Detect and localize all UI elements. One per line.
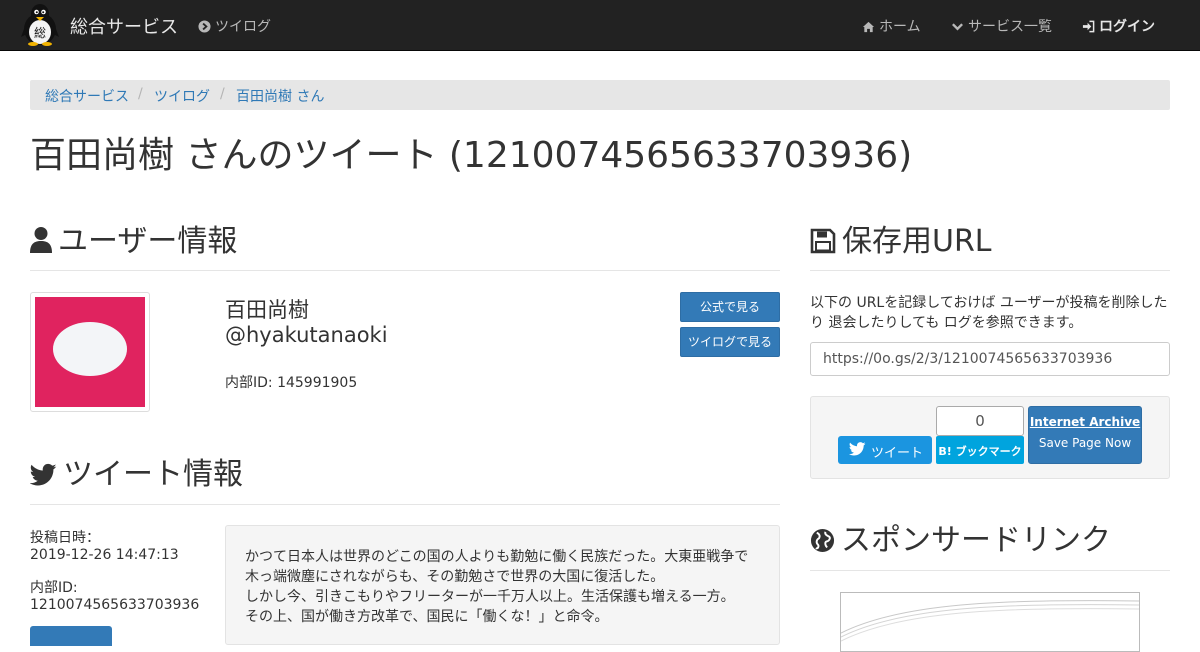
archive-url-heading: 保存用URL <box>810 216 992 262</box>
breadcrumb-item-tsuilog[interactable]: ツイログ <box>154 86 210 106</box>
breadcrumb: 総合サービス / ツイログ / 百田尚樹 さん <box>30 80 1170 110</box>
home-icon <box>862 20 876 34</box>
archive-description: 以下の URLを記録しておけば ユーザーが投稿を削除したり 退会したりしても ロ… <box>810 295 1168 331</box>
avatar <box>30 292 150 412</box>
nav-login-link[interactable]: ログイン <box>1082 16 1155 36</box>
chevron-down-icon <box>951 20 965 34</box>
divider <box>30 504 780 505</box>
breadcrumb-separator: / <box>138 86 143 102</box>
sponsor-ad-frame[interactable] <box>840 592 1140 652</box>
internet-archive-title: Internet Archive <box>1029 415 1141 429</box>
breadcrumb-item-user[interactable]: 百田尚樹 さん <box>236 86 324 106</box>
avatar-image <box>35 297 145 407</box>
user-display-name: 百田尚樹 <box>225 298 309 322</box>
tweet-info-heading: ツイート情報 <box>29 449 243 495</box>
tweet-id-label: 内部ID: <box>30 580 78 596</box>
archive-url-field[interactable] <box>810 342 1170 376</box>
user-handle: @hyakutanaoki <box>225 323 388 347</box>
breadcrumb-separator: / <box>220 86 225 102</box>
nav-tsuilog-link[interactable]: ツイログ <box>198 16 271 36</box>
penguin-logo-icon[interactable]: 総 <box>20 3 60 46</box>
archive-url-heading-text: 保存用URL <box>842 224 992 259</box>
divider <box>30 270 780 271</box>
nav-home-link[interactable]: ホーム <box>862 16 921 36</box>
tweet-text-line: その上、国が働き方改革で、国民に「働くな！」と命令。 <box>245 609 609 625</box>
tweet-action-button[interactable] <box>30 626 112 646</box>
view-official-button[interactable]: 公式で見る <box>680 292 780 322</box>
user-internal-id: 内部ID: 145991905 <box>225 375 358 391</box>
hatena-bookmark-count: 0 <box>936 406 1024 436</box>
hatena-bookmark-label: B! ブックマーク <box>938 445 1022 458</box>
page-title: 百田尚樹 さんのツイート (1210074565633703936) <box>30 135 913 176</box>
tweet-share-label: ツイート <box>871 446 924 461</box>
divider <box>810 270 1170 271</box>
nav-tsuilog-label: ツイログ <box>215 19 271 35</box>
logo-character: 総 <box>34 26 46 40</box>
globe-icon <box>810 526 835 561</box>
tweet-text-line: かつて日本人は世界のどこの国の人よりも勤勉に働く民族だった。大東亜戦争で <box>245 549 749 565</box>
brand-link[interactable]: 総合サービス <box>70 13 178 39</box>
user-icon <box>30 226 52 262</box>
chevron-circle-right-icon <box>198 20 212 34</box>
tweet-id-value: 1210074565633703936 <box>30 597 200 613</box>
twitter-bird-icon <box>29 460 57 495</box>
posted-date-value: 2019-12-26 14:47:13 <box>30 547 179 563</box>
nav-services-dropdown[interactable]: サービス一覧 <box>951 16 1052 36</box>
breadcrumb-item-home[interactable]: 総合サービス <box>45 86 129 106</box>
user-info-heading-text: ユーザー情報 <box>58 224 238 259</box>
sponsor-heading-text: スポンサードリンク <box>841 523 1111 558</box>
user-info-heading: ユーザー情報 <box>30 216 237 262</box>
avatar-egg-shape <box>53 322 127 376</box>
internet-archive-button[interactable]: Internet Archive Save Page Now <box>1028 406 1142 464</box>
nav-home-label: ホーム <box>879 19 921 35</box>
tweet-share-button[interactable]: ツイート <box>838 436 932 464</box>
sign-in-icon <box>1082 20 1096 34</box>
divider <box>810 570 1170 571</box>
tweet-text-line: しかし今、引きこもりやフリーターが一千万人以上。生活保護も増える一方。 <box>245 589 735 605</box>
tweet-info-heading-text: ツイート情報 <box>63 457 243 492</box>
posted-date-label: 投稿日時： <box>30 530 100 546</box>
nav-services-label: サービス一覧 <box>968 19 1052 35</box>
sponsor-heading: スポンサードリンク <box>810 515 1111 561</box>
view-tsuilog-button[interactable]: ツイログで見る <box>680 327 780 357</box>
nav-login-label: ログイン <box>1099 19 1155 35</box>
twitter-bird-icon <box>848 442 866 460</box>
navbar: 総 総合サービス ツイログ ホーム サービス一覧 ログイン <box>0 0 1200 51</box>
tweet-body: かつて日本人は世界のどこの国の人よりも勤勉に働く民族だった。大東亜戦争で 木っ端… <box>225 525 780 645</box>
tweet-text-line: 木っ端微塵にされながらも、その勤勉さで世界の大国に復活した。 <box>245 569 665 585</box>
internet-archive-subtitle: Save Page Now <box>1038 436 1132 450</box>
floppy-disk-icon <box>810 227 836 262</box>
hatena-bookmark-button[interactable]: B! ブックマーク <box>936 436 1024 464</box>
